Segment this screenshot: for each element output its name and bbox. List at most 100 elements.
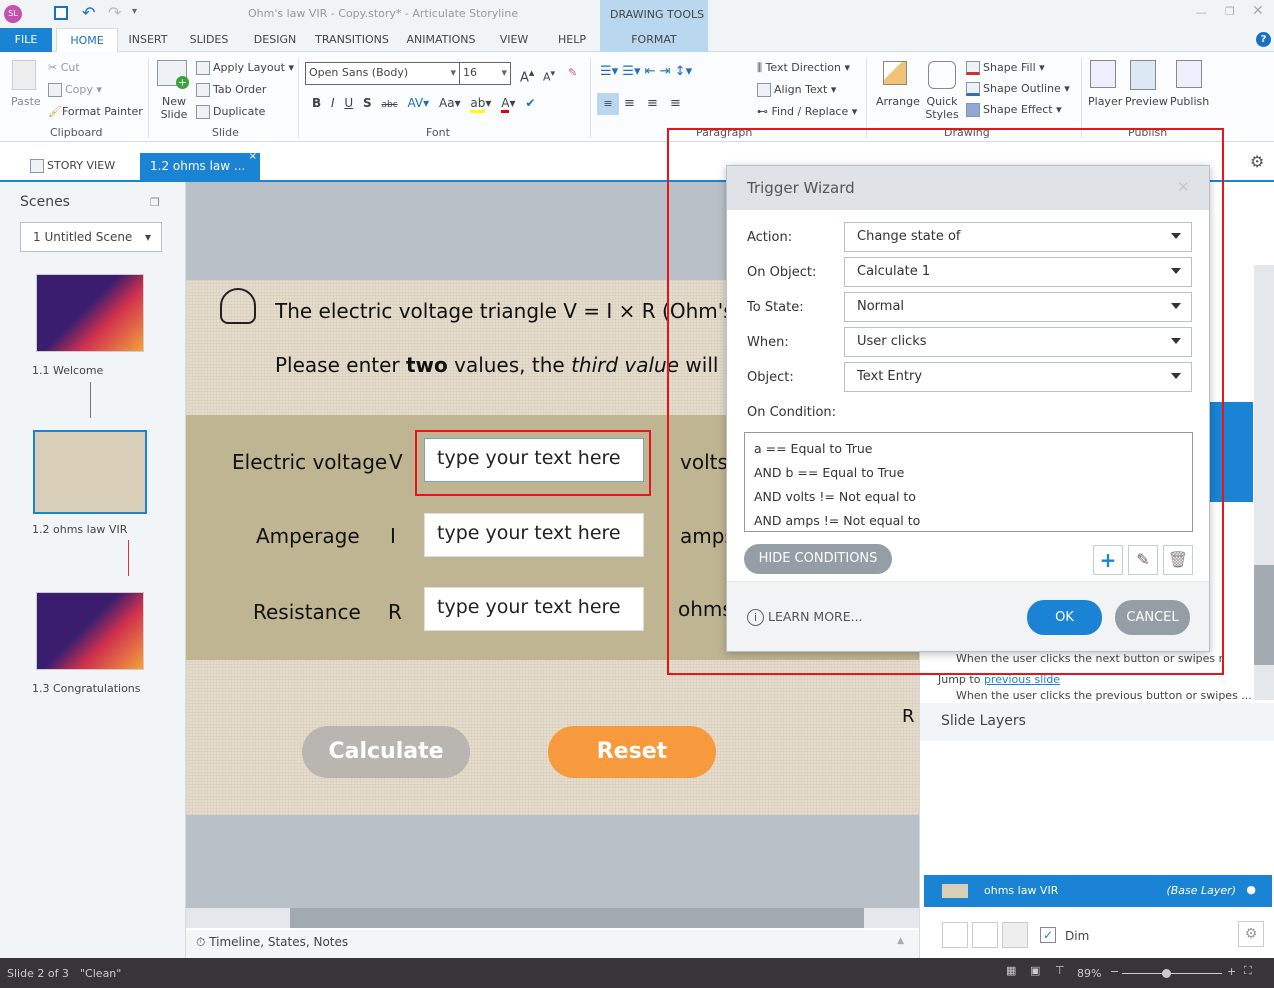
scenes-panel: Scenes ❐ 1 Untitled Scene ▾ 1.1 Welcome 1… xyxy=(0,182,186,958)
format-painter-button[interactable]: 🖌Format Painter xyxy=(48,105,143,118)
player-button[interactable]: Player xyxy=(1088,95,1122,108)
font-family-select[interactable]: Open Sans (Body) ▾ xyxy=(305,62,460,85)
tab-design[interactable]: DESIGN xyxy=(248,28,302,52)
tab-order-button[interactable]: Tab Order xyxy=(196,83,266,97)
presenter-view-icon[interactable]: ⊤ xyxy=(1055,964,1065,977)
highlight-icon[interactable]: ab xyxy=(470,96,486,113)
tab-view[interactable]: VIEW xyxy=(494,28,534,52)
publish-button[interactable]: Publish xyxy=(1170,95,1209,108)
publish-icon[interactable] xyxy=(1176,60,1202,88)
tab-format[interactable]: FORMAT xyxy=(600,28,708,52)
delete-layer-icon[interactable] xyxy=(1002,922,1028,948)
change-case-icon[interactable]: Aa▾ xyxy=(439,96,461,110)
align-left-icon[interactable]: ≡ xyxy=(597,93,619,115)
save-icon[interactable] xyxy=(54,6,68,20)
apply-layout-button[interactable]: Apply Layout ▾ xyxy=(196,61,294,75)
preview-button[interactable]: Preview xyxy=(1125,95,1168,108)
player-icon[interactable] xyxy=(1090,60,1116,88)
scenes-restore-icon[interactable]: ❐ xyxy=(150,196,160,209)
slide-label-1: 1.1 Welcome xyxy=(32,364,104,377)
slide-thumbnail-3[interactable] xyxy=(36,592,144,670)
visibility-icon[interactable]: ● xyxy=(1246,883,1256,896)
right-scrollbar[interactable] xyxy=(1254,265,1274,700)
font-color-icon[interactable]: A xyxy=(501,96,510,113)
bullets-icon[interactable]: ☰▾ ☰▾ ⇤ ⇥ ↕▾ xyxy=(600,64,692,79)
zoom-out-button[interactable]: − xyxy=(1110,965,1119,978)
tab-slides[interactable]: SLIDES xyxy=(184,28,234,52)
voltage-label: Electric voltage xyxy=(232,450,388,474)
quick-styles-icon[interactable] xyxy=(928,61,956,89)
tab-transitions[interactable]: TRANSITIONS xyxy=(312,28,392,52)
base-layer-row[interactable]: ohms law VIR (Base Layer) ● xyxy=(924,875,1272,907)
new-layer-icon[interactable] xyxy=(942,922,968,948)
fit-window-icon[interactable]: ⛶ xyxy=(1244,964,1252,978)
voltage-input-highlight xyxy=(415,430,651,496)
tab-animations[interactable]: ANIMATIONS xyxy=(402,28,480,52)
italic-icon[interactable]: I xyxy=(331,96,335,110)
close-tab-icon[interactable]: × xyxy=(249,151,257,162)
right-scroll-thumb[interactable] xyxy=(1254,565,1274,665)
reset-button[interactable]: Reset xyxy=(548,726,716,778)
copy-icon xyxy=(48,83,62,97)
close-icon[interactable]: ✕ xyxy=(1252,3,1264,19)
layer-settings-icon[interactable]: ⚙ xyxy=(1238,921,1264,947)
tab-file[interactable]: FILE xyxy=(0,28,52,52)
find-replace-button[interactable]: ⊷ Find / Replace ▾ xyxy=(757,105,857,118)
tab-help[interactable]: HELP xyxy=(552,28,592,52)
duplicate-button[interactable]: Duplicate xyxy=(196,105,265,119)
help-icon[interactable]: ? xyxy=(1256,32,1271,47)
slide-thumbnail-2[interactable] xyxy=(33,430,147,514)
horizontal-scrollbar[interactable] xyxy=(186,908,919,928)
copy-button[interactable]: Copy ▾ xyxy=(48,83,102,97)
dim-checkbox[interactable]: ✓ xyxy=(1040,927,1056,943)
normal-view-icon[interactable]: ▦ xyxy=(1006,964,1016,977)
story-view-tab[interactable]: STORY VIEW xyxy=(30,159,115,173)
timeline-toggle[interactable]: ⏱ Timeline, States, Notes ▲ xyxy=(186,930,919,958)
shadow-icon[interactable]: S xyxy=(363,96,372,110)
scroll-thumb[interactable] xyxy=(290,908,864,928)
resistance-input[interactable]: type your text here xyxy=(424,587,644,631)
undo-icon[interactable]: ↶ xyxy=(82,3,95,22)
slide-thumbnail-1[interactable] xyxy=(36,274,144,352)
redo-icon[interactable]: ↷ xyxy=(108,3,121,22)
grow-font-icon[interactable]: A▴ xyxy=(520,66,534,85)
paste-button[interactable]: Paste xyxy=(11,95,41,108)
active-slide-tab[interactable]: 1.2 ohms law ... × xyxy=(140,151,260,181)
duplicate-layer-icon[interactable] xyxy=(972,922,998,948)
slide-view-icon[interactable]: ▣ xyxy=(1030,964,1040,977)
amperage-input[interactable]: type your text here xyxy=(424,513,644,557)
clear-format-icon[interactable]: ✎ xyxy=(568,66,577,79)
char-spacing-icon[interactable]: AV▾ xyxy=(407,96,429,110)
tab-insert[interactable]: INSERT xyxy=(122,28,174,52)
zoom-slider-thumb[interactable] xyxy=(1161,969,1171,978)
bold-icon[interactable]: B xyxy=(312,96,321,110)
zoom-in-button[interactable]: + xyxy=(1227,965,1236,978)
minimize-icon[interactable]: — xyxy=(1196,6,1207,19)
quick-styles-button[interactable]: Quick Styles xyxy=(924,95,960,121)
align-buttons[interactable]: ≡ ≡ ≡ xyxy=(624,96,681,111)
preview-icon[interactable] xyxy=(1130,60,1156,90)
shape-fill-button[interactable]: Shape Fill ▾ xyxy=(966,61,1045,75)
zoom-slider[interactable] xyxy=(1122,969,1222,978)
shape-outline-button[interactable]: Shape Outline ▾ xyxy=(966,82,1070,96)
shrink-font-icon[interactable]: A▾ xyxy=(543,68,555,84)
customize-qat-icon[interactable]: ▾ xyxy=(132,6,137,17)
text-direction-button[interactable]: ⫼ Text Direction ▾ xyxy=(757,61,850,75)
new-slide-button[interactable]: New Slide xyxy=(158,95,190,121)
scene-select[interactable]: 1 Untitled Scene ▾ xyxy=(20,222,162,252)
strikethrough-icon[interactable]: abc xyxy=(381,100,397,110)
arrange-button[interactable]: Arrange xyxy=(876,95,920,108)
spelling-icon[interactable]: ✔ xyxy=(525,96,535,110)
shape-effect-button[interactable]: Shape Effect ▾ xyxy=(966,103,1062,117)
arrange-icon[interactable] xyxy=(883,61,907,85)
settings-gear-icon[interactable]: ⚙ xyxy=(1250,152,1264,171)
scenes-title: Scenes xyxy=(20,194,70,210)
underline-icon[interactable]: U xyxy=(344,96,353,110)
cut-button[interactable]: ✂ Cut xyxy=(48,61,80,74)
restore-icon[interactable]: ❐ xyxy=(1225,5,1235,18)
font-size-select[interactable]: 16 ▾ xyxy=(459,62,511,85)
paste-icon[interactable] xyxy=(12,60,36,90)
calculate-button[interactable]: Calculate xyxy=(302,726,470,778)
tab-home[interactable]: HOME xyxy=(56,28,118,53)
align-text-button[interactable]: Align Text ▾ xyxy=(757,83,836,97)
